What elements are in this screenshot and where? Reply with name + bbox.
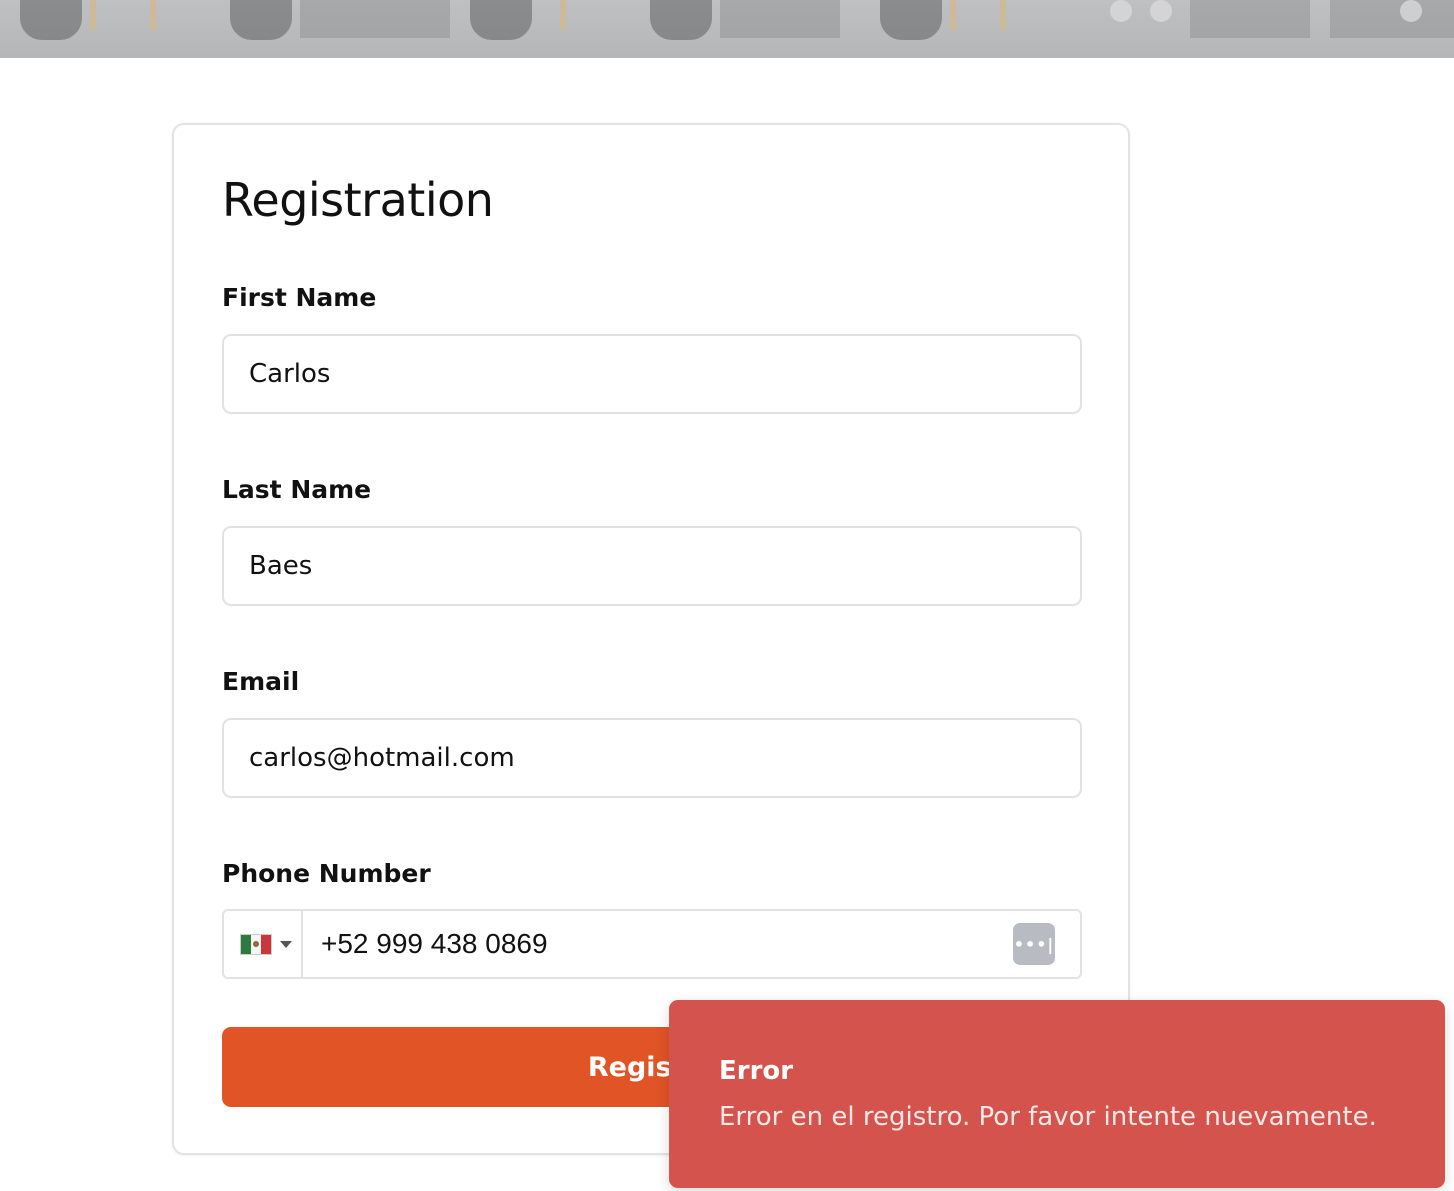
last-name-input[interactable]: Baes [222, 526, 1082, 606]
first-name-input[interactable]: Carlos [222, 334, 1082, 414]
email-label: Email [222, 667, 300, 696]
toast-message: Error en el registro. Por favor intente … [719, 1102, 1377, 1132]
error-toast[interactable]: Error Error en el registro. Por favor in… [669, 1000, 1445, 1188]
country-select[interactable] [224, 911, 303, 977]
last-name-value: Baes [249, 551, 313, 581]
first-name-label: First Name [222, 283, 377, 312]
password-manager-icon[interactable]: •••| [1013, 923, 1055, 965]
phone-field: +52 999 438 0869 •••| [222, 909, 1082, 979]
caret-down-icon [280, 940, 292, 948]
last-name-label: Last Name [222, 475, 372, 504]
first-name-value: Carlos [249, 359, 331, 389]
toast-title: Error [719, 1056, 794, 1086]
email-value: carlos@hotmail.com [249, 743, 515, 773]
phone-label: Phone Number [222, 859, 431, 888]
email-input[interactable]: carlos@hotmail.com [222, 718, 1082, 798]
phone-input[interactable]: +52 999 438 0869 [303, 928, 1013, 960]
hero-banner-image [0, 0, 1454, 58]
page-title: Registration [222, 173, 494, 227]
mexico-flag-icon [240, 933, 272, 955]
